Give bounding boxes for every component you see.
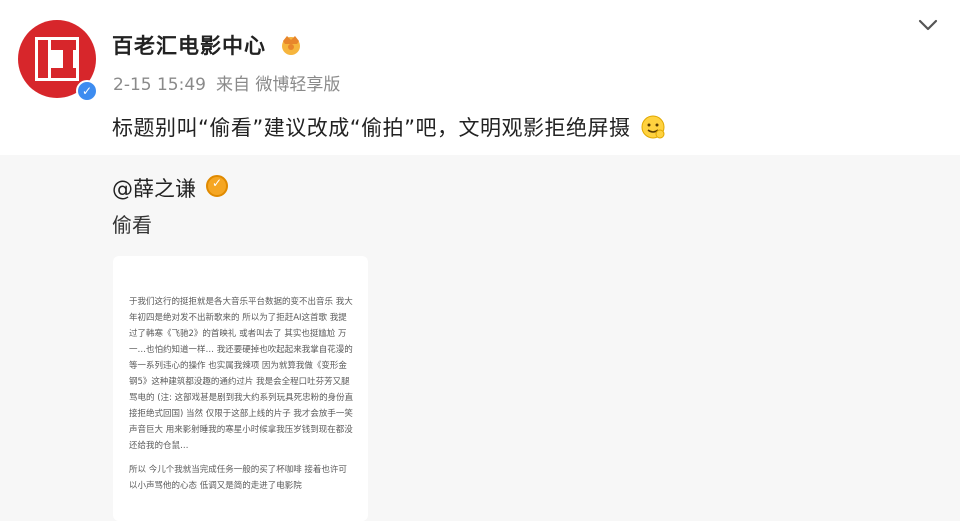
verified-badge-icon: ✓	[76, 80, 98, 102]
image-note-paragraph: 于我们这行的挺拒就是各大音乐平台数据的变不出音乐 我大年初四是绝对发不出新歌来的…	[129, 297, 354, 451]
repost-text: 偷看	[112, 213, 152, 237]
gold-verified-icon	[206, 175, 228, 197]
repost-section[interactable]: @薛之谦 偷看 于我们这行的挺拒就是各大音乐平台数据的变不出音乐 我大年初四是绝…	[0, 155, 960, 521]
repost-author[interactable]: @薛之谦	[112, 173, 196, 203]
smile-emoji-icon	[641, 115, 665, 139]
post-body-text: 标题别叫“偷看”建议改成“偷拍”吧，文明观影拒绝屏摄	[112, 116, 631, 140]
image-note-text: 于我们这行的挺拒就是各大音乐平台数据的变不出音乐 我大年初四是绝对发不出新歌来的…	[129, 294, 355, 502]
broadway-logo-icon	[35, 37, 79, 81]
image-note-paragraph: 所以 今儿个我就当完成任务一般的买了杯咖啡 接着也许可以小声骂他的心态 低调又是…	[129, 465, 347, 491]
post-meta: 2-15 15:49 来自 微博轻享版	[113, 70, 340, 95]
chevron-down-icon[interactable]	[918, 18, 938, 32]
crown-icon[interactable]	[278, 32, 304, 56]
post-date: 2-15 15:49	[113, 75, 206, 95]
post-author-name[interactable]: 百老汇电影中心	[112, 30, 266, 60]
post-body: 标题别叫“偷看”建议改成“偷拍”吧，文明观影拒绝屏摄	[112, 112, 666, 142]
post-source[interactable]: 来自 微博轻享版	[216, 75, 340, 95]
repost-image[interactable]: 于我们这行的挺拒就是各大音乐平台数据的变不出音乐 我大年初四是绝对发不出新歌来的…	[113, 256, 368, 521]
weibo-post: ✓ 百老汇电影中心 2-15 15:49 来自 微博轻享版 标题别叫“偷看”建议改…	[0, 0, 960, 155]
